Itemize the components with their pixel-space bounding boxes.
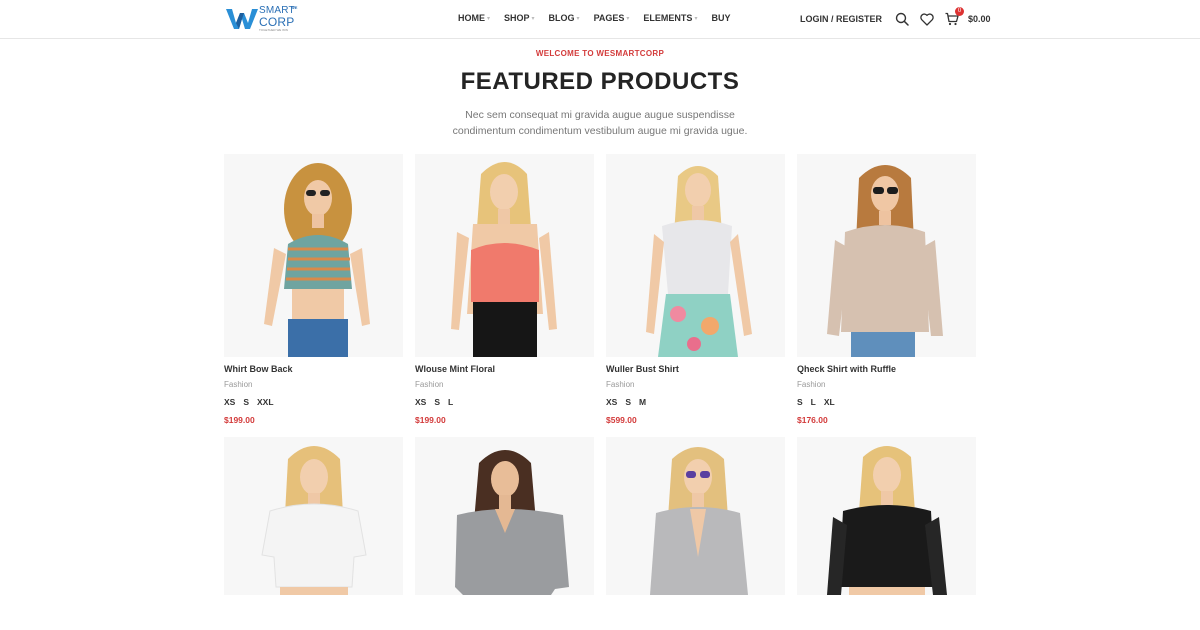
logo-line2: CORP	[259, 15, 295, 29]
nav-item-label: BUY	[711, 13, 731, 23]
model-photo-icon	[261, 446, 367, 595]
product-image[interactable]	[797, 154, 976, 357]
cart-count-badge: 0	[955, 7, 965, 16]
size-option[interactable]: XXL	[257, 397, 274, 407]
login-register-link[interactable]: LOGIN / REGISTER	[800, 14, 882, 24]
product-category[interactable]: Fashion	[797, 380, 825, 389]
section-description: Nec sem consequat mi gravida augue augue…	[0, 107, 1200, 139]
product-category[interactable]: Fashion	[415, 380, 443, 389]
product-name[interactable]: Whirt Bow Back	[224, 364, 293, 374]
product-image[interactable]	[606, 154, 785, 357]
nav-item-label: BLOG	[548, 13, 575, 23]
description-line: condimentum condimentum vestibulum augue…	[452, 125, 748, 137]
nav-item-label: ELEMENTS	[643, 13, 693, 23]
nav-item-pages[interactable]: PAGES ▾	[594, 13, 630, 23]
size-option[interactable]: XL	[824, 397, 835, 407]
product-price: $199.00	[224, 415, 255, 425]
model-photo-icon	[646, 166, 752, 357]
main-nav: HOME ▾ SHOP ▾ BLOG ▾ PAGES ▾ ELEMENTS ▾ …	[458, 13, 730, 23]
product-card[interactable]	[606, 437, 785, 595]
nav-item-buy[interactable]: BUY	[711, 13, 730, 23]
header-tools: LOGIN / REGISTER 0 $0.00	[800, 7, 991, 27]
nav-item-label: HOME	[458, 13, 485, 23]
size-option[interactable]: S	[243, 397, 249, 407]
product-price: $176.00	[797, 415, 828, 425]
model-photo-icon	[455, 450, 569, 595]
product-card[interactable]: Wlouse Mint Floral Fashion XS S L $199.0…	[415, 154, 594, 425]
product-card[interactable]	[224, 437, 403, 595]
product-price: $199.00	[415, 415, 446, 425]
size-option[interactable]: S	[434, 397, 440, 407]
model-photo-icon	[827, 446, 947, 595]
product-category[interactable]: Fashion	[606, 380, 634, 389]
cart-total[interactable]: $0.00	[968, 14, 991, 24]
site-header: SMART CORP TOGETHER WE WIN WE HOME ▾ SHO…	[0, 0, 1200, 39]
model-photo-icon	[650, 447, 748, 595]
model-photo-icon	[827, 165, 943, 357]
nav-item-elements[interactable]: ELEMENTS ▾	[643, 13, 697, 23]
size-option[interactable]: XS	[606, 397, 617, 407]
product-sizes: S L XL	[797, 397, 843, 407]
search-icon[interactable]	[894, 11, 910, 27]
nav-item-home[interactable]: HOME ▾	[458, 13, 490, 23]
product-image[interactable]	[224, 437, 403, 595]
nav-item-shop[interactable]: SHOP ▾	[504, 13, 535, 23]
product-card[interactable]	[797, 437, 976, 595]
model-photo-icon	[264, 163, 370, 357]
size-option[interactable]: XS	[415, 397, 426, 407]
site-logo[interactable]: SMART CORP TOGETHER WE WIN WE	[226, 5, 306, 33]
nav-item-label: PAGES	[593, 13, 625, 23]
cart-icon[interactable]: 0	[944, 7, 965, 27]
chevron-down-icon: ▾	[694, 15, 698, 22]
logo-mark-icon	[226, 9, 258, 29]
product-image[interactable]	[415, 154, 594, 357]
product-name[interactable]: Wuller Bust Shirt	[606, 364, 679, 374]
heart-icon[interactable]	[919, 11, 935, 27]
nav-item-label: SHOP	[504, 13, 530, 23]
logo-tagline: TOGETHER WE WIN	[259, 28, 288, 32]
product-name[interactable]: Wlouse Mint Floral	[415, 364, 495, 374]
product-price: $599.00	[606, 415, 637, 425]
product-card[interactable]: Qheck Shirt with Ruffle Fashion S L XL $…	[797, 154, 976, 425]
product-card[interactable]: Whirt Bow Back Fashion XS S XXL $199.00	[224, 154, 403, 425]
size-option[interactable]: L	[811, 397, 816, 407]
size-option[interactable]: XS	[224, 397, 235, 407]
chevron-down-icon: ▾	[487, 15, 491, 22]
product-category[interactable]: Fashion	[224, 380, 252, 389]
size-option[interactable]: S	[625, 397, 631, 407]
product-card[interactable]: Wuller Bust Shirt Fashion XS S M $599.00	[606, 154, 785, 425]
product-card[interactable]	[415, 437, 594, 595]
chevron-down-icon: ▾	[576, 15, 580, 22]
section-subtitle: WELCOME TO WESMARTCORP	[535, 49, 665, 58]
product-sizes: XS S L	[415, 397, 461, 407]
product-sizes: XS S XXL	[224, 397, 282, 407]
chevron-down-icon: ▾	[626, 15, 630, 22]
product-image[interactable]	[224, 154, 403, 357]
product-sizes: XS S M	[606, 397, 654, 407]
size-option[interactable]: L	[448, 397, 453, 407]
logo-mark-text: WE	[291, 5, 298, 10]
size-option[interactable]: M	[639, 397, 646, 407]
chevron-down-icon: ▾	[531, 15, 535, 22]
product-image[interactable]	[606, 437, 785, 595]
model-photo-icon	[451, 162, 557, 357]
description-line: Nec sem consequat mi gravida augue augue…	[465, 109, 735, 121]
product-image[interactable]	[797, 437, 976, 595]
product-image[interactable]	[415, 437, 594, 595]
size-option[interactable]: S	[797, 397, 803, 407]
nav-item-blog[interactable]: BLOG ▾	[549, 13, 580, 23]
product-name[interactable]: Qheck Shirt with Ruffle	[797, 364, 896, 374]
section-title: FEATURED PRODUCTS	[460, 68, 740, 95]
